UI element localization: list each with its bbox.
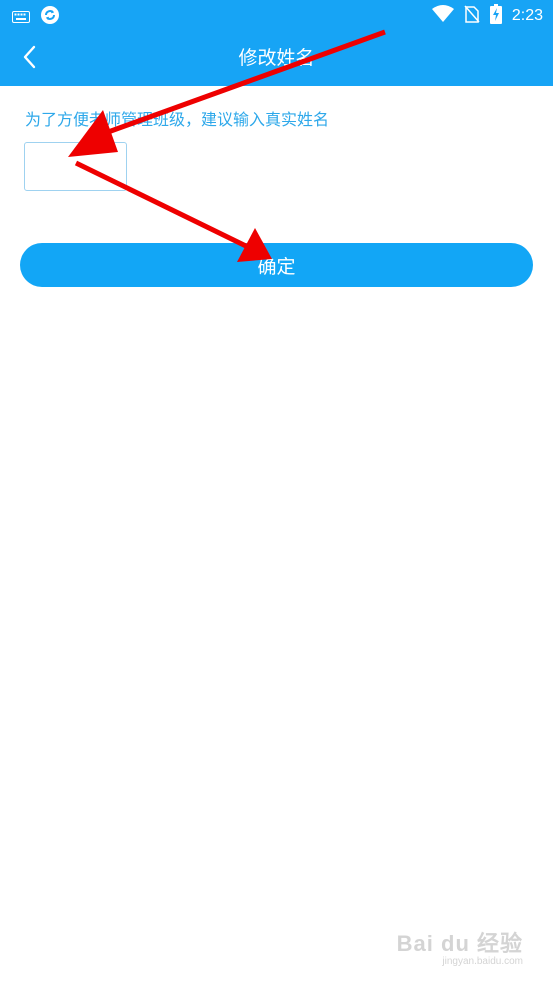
status-right: 2:23: [431, 4, 543, 28]
wifi-icon: [431, 5, 454, 27]
no-sim-icon: [464, 5, 480, 27]
status-left: [12, 5, 60, 29]
status-bar: 2:23: [0, 0, 553, 30]
page-title: 修改姓名: [238, 47, 315, 69]
app-bar: 修改姓名: [0, 30, 553, 86]
status-time: 2:23: [511, 7, 543, 24]
baidu-watermark: Bai du 经验 jingyan.baidu.com: [397, 926, 523, 967]
name-input[interactable]: [24, 142, 127, 191]
battery-charging-icon: [489, 4, 502, 28]
watermark-brand: Bai du 经验: [396, 931, 523, 956]
confirm-button[interactable]: 确定: [20, 243, 533, 287]
name-hint-text: 为了方便老师管理班级，建议输入真实姓名: [25, 110, 330, 129]
sync-icon: [40, 5, 60, 29]
keyboard-icon: [12, 8, 30, 27]
